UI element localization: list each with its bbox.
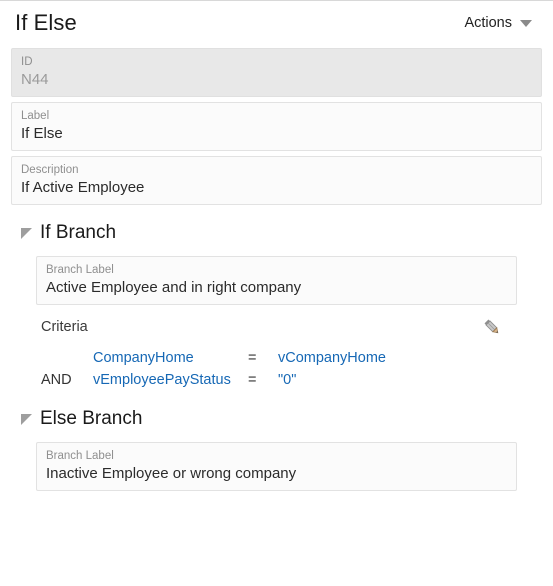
id-field-label: ID <box>21 56 33 68</box>
if-else-editor-page: If Else Actions ID N44 Label If Else Des… <box>0 1 553 491</box>
if-branch-section-body: Branch Label Active Employee and in righ… <box>11 256 542 391</box>
if-branch-section: If Branch Branch Label Active Employee a… <box>11 221 542 391</box>
if-branch-label-field[interactable]: Branch Label Active Employee and in righ… <box>36 256 517 305</box>
criteria-title: Criteria <box>41 319 88 335</box>
criteria-rows: CompanyHome = vCompanyHome AND vEmployee… <box>41 347 505 391</box>
criteria-conjunction: AND <box>41 372 72 388</box>
description-field-label: Description <box>21 164 79 176</box>
criteria-block: Criteria CompanyHome = vCompanyHome AND … <box>36 318 517 391</box>
criteria-right-operand[interactable]: "0" <box>278 369 296 391</box>
label-field-value: If Else <box>21 125 63 142</box>
label-field-label: Label <box>21 110 50 122</box>
if-branch-section-title: If Branch <box>40 222 117 243</box>
description-field[interactable]: Description If Active Employee <box>11 156 542 205</box>
if-branch-label-caption: Branch Label <box>46 264 114 276</box>
criteria-left-operand[interactable]: vEmployeePayStatus <box>93 369 248 391</box>
top-level-fields: ID N44 Label If Else Description If Acti… <box>11 48 542 205</box>
label-field[interactable]: Label If Else <box>11 102 542 151</box>
description-field-value: If Active Employee <box>21 179 145 196</box>
criteria-right-operand[interactable]: vCompanyHome <box>278 347 386 369</box>
page-header: If Else Actions <box>11 1 542 45</box>
page-title: If Else <box>15 10 77 35</box>
triangle-expanded-icon[interactable] <box>21 228 32 239</box>
id-field: ID N44 <box>11 48 542 97</box>
else-branch-section-body: Branch Label Inactive Employee or wrong … <box>11 442 542 491</box>
else-branch-label-caption: Branch Label <box>46 450 114 462</box>
else-branch-section: Else Branch Branch Label Inactive Employ… <box>11 407 542 491</box>
criteria-operator: = <box>248 350 257 366</box>
triangle-expanded-icon[interactable] <box>21 414 32 425</box>
if-branch-section-header[interactable]: If Branch <box>11 221 542 244</box>
chevron-down-icon <box>520 19 532 27</box>
else-branch-label-value: Inactive Employee or wrong company <box>46 465 297 482</box>
criteria-header: Criteria <box>41 318 505 338</box>
else-branch-label-field[interactable]: Branch Label Inactive Employee or wrong … <box>36 442 517 491</box>
actions-menu-button[interactable]: Actions <box>464 15 540 31</box>
criteria-left-operand[interactable]: CompanyHome <box>93 347 248 369</box>
actions-menu-label: Actions <box>464 15 512 31</box>
pencil-icon[interactable] <box>481 316 503 338</box>
criteria-row: AND vEmployeePayStatus = "0" <box>41 369 505 391</box>
id-field-value: N44 <box>21 71 49 88</box>
criteria-operator: = <box>248 372 257 388</box>
if-branch-label-value: Active Employee and in right company <box>46 279 302 296</box>
else-branch-section-header[interactable]: Else Branch <box>11 407 542 430</box>
criteria-row: CompanyHome = vCompanyHome <box>41 347 505 369</box>
else-branch-section-title: Else Branch <box>40 408 143 429</box>
